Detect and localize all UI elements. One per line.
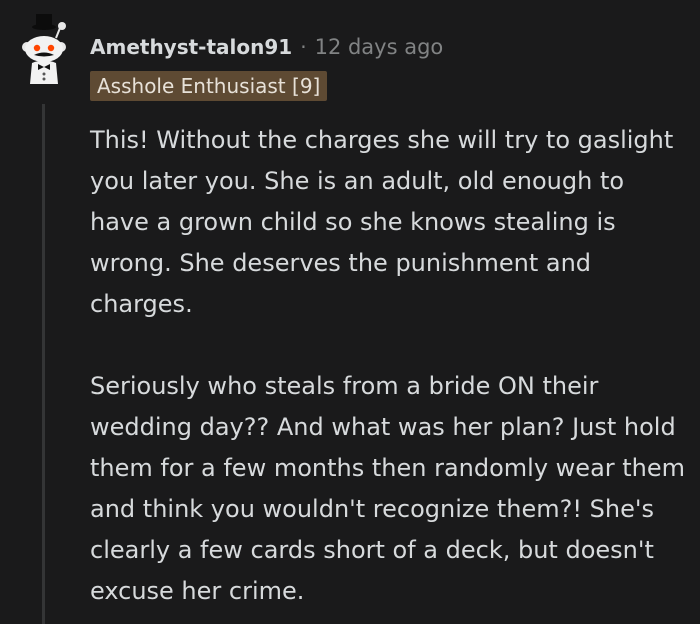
snoo-avatar-icon[interactable]: [16, 14, 76, 86]
thread-line[interactable]: [42, 104, 45, 624]
meta-separator: ·: [300, 35, 307, 59]
user-flair: Asshole Enthusiast [9]: [90, 71, 328, 101]
comment: Amethyst-talon91 · 12 days ago Asshole E…: [0, 0, 700, 624]
comment-header: Amethyst-talon91 · 12 days ago: [90, 30, 443, 64]
timestamp[interactable]: 12 days ago: [315, 35, 444, 59]
comment-paragraph: This! Without the charges she will try t…: [90, 126, 674, 318]
comment-paragraph: Seriously who steals from a bride ON the…: [90, 372, 686, 605]
comment-body: This! Without the charges she will try t…: [90, 120, 690, 612]
username-link[interactable]: Amethyst-talon91: [90, 35, 292, 59]
